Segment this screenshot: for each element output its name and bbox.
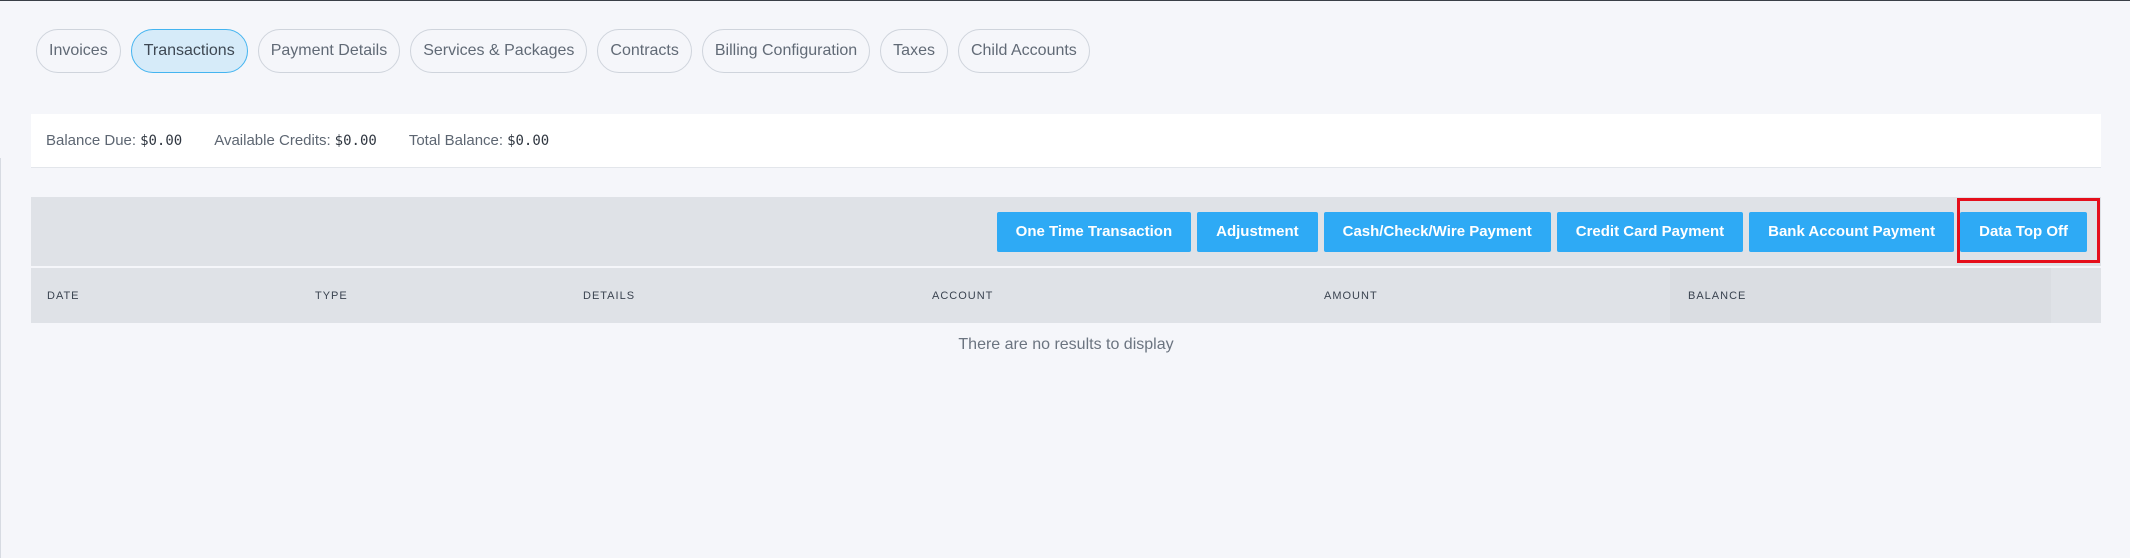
tab-child-accounts[interactable]: Child Accounts: [957, 29, 1090, 73]
tab-transactions[interactable]: Transactions: [130, 29, 248, 73]
credit-card-payment-button[interactable]: Credit Card Payment: [1556, 211, 1744, 252]
column-header-balance[interactable]: BALANCE: [1688, 268, 1746, 323]
page: Invoices Transactions Payment Details Se…: [0, 0, 2130, 558]
tab-payment-details[interactable]: Payment Details: [257, 29, 401, 73]
transaction-actions-toolbar: One Time Transaction Adjustment Cash/Che…: [31, 197, 2101, 266]
balance-due-value: $0.00: [140, 133, 183, 149]
available-credits-label: Available Credits:: [214, 132, 331, 149]
billing-tabs: Invoices Transactions Payment Details Se…: [36, 29, 1090, 73]
total-balance: Total Balance: $0.00: [409, 132, 549, 149]
balance-due: Balance Due: $0.00: [46, 132, 182, 149]
column-header-date[interactable]: DATE: [47, 268, 80, 323]
total-balance-value: $0.00: [507, 133, 550, 149]
balance-summary: Balance Due: $0.00 Available Credits: $0.0…: [31, 114, 2101, 168]
tab-services-packages[interactable]: Services & Packages: [410, 29, 588, 73]
balance-due-label: Balance Due:: [46, 132, 137, 149]
tab-contracts[interactable]: Contracts: [597, 29, 692, 73]
bank-account-payment-button[interactable]: Bank Account Payment: [1749, 211, 1955, 252]
tab-invoices[interactable]: Invoices: [36, 29, 121, 73]
empty-results-message: There are no results to display: [958, 336, 1174, 353]
total-balance-label: Total Balance:: [408, 132, 504, 149]
adjustment-button[interactable]: Adjustment: [1197, 211, 1318, 252]
column-header-account[interactable]: ACCOUNT: [932, 268, 993, 323]
tab-taxes[interactable]: Taxes: [880, 29, 948, 73]
transactions-table-header: DATE TYPE DETAILS ACCOUNT AMOUNT BALANCE: [31, 268, 2101, 323]
one-time-transaction-button[interactable]: One Time Transaction: [996, 211, 1192, 252]
cash-check-wire-payment-button[interactable]: Cash/Check/Wire Payment: [1323, 211, 1551, 252]
column-header-type[interactable]: TYPE: [315, 268, 348, 323]
tab-billing-configuration[interactable]: Billing Configuration: [701, 29, 871, 73]
data-top-off-button[interactable]: Data Top Off: [1960, 211, 2087, 252]
available-credits: Available Credits: $0.00: [214, 132, 377, 149]
column-header-amount[interactable]: AMOUNT: [1324, 268, 1378, 323]
left-edge-divider: [0, 158, 1, 558]
top-border: [0, 0, 2130, 1]
available-credits-value: $0.00: [334, 133, 377, 149]
column-header-details[interactable]: DETAILS: [583, 268, 635, 323]
